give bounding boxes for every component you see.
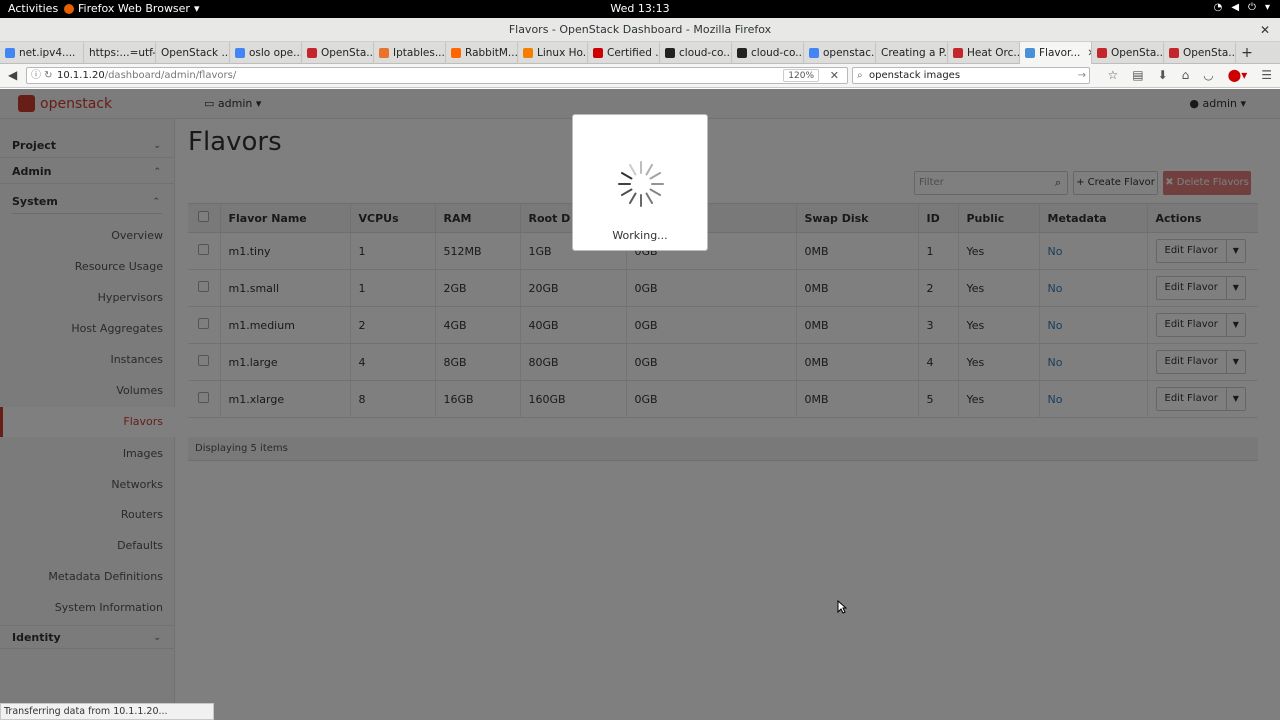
- favicon-icon: [1169, 48, 1179, 58]
- info-icon[interactable]: ⓘ ↻: [31, 68, 53, 83]
- browser-tab[interactable]: OpenSta...: [1164, 42, 1236, 64]
- tab-label: OpenSta...: [321, 47, 374, 59]
- home-icon[interactable]: ⌂: [1182, 68, 1190, 82]
- spinner-spoke: [620, 188, 633, 196]
- search-icon: ⌕: [857, 70, 863, 81]
- favicon-icon: [307, 48, 317, 58]
- wifi-icon: ◔: [1213, 2, 1223, 13]
- browser-tab[interactable]: Linux Ho...: [518, 42, 588, 64]
- browser-tab[interactable]: OpenStack ...: [156, 42, 230, 64]
- browser-tab[interactable]: openstac...: [804, 42, 876, 64]
- favicon-icon: [235, 48, 245, 58]
- tab-label: cloud-co...: [679, 47, 732, 59]
- browser-tab[interactable]: Heat Orc...: [948, 42, 1020, 64]
- volume-icon: ◀: [1231, 2, 1240, 13]
- browser-tab[interactable]: oslo ope...: [230, 42, 302, 64]
- url-host: 10.1.1.20: [57, 70, 105, 81]
- bookmark-star-icon[interactable]: ☆: [1108, 68, 1119, 82]
- browser-tab[interactable]: Creating a P...: [876, 42, 948, 64]
- system-tray[interactable]: ◔ ◀ ⏻ ▾: [1214, 2, 1270, 13]
- favicon-icon: [5, 48, 15, 58]
- window-titlebar: Flavors - OpenStack Dashboard - Mozilla …: [0, 18, 1280, 42]
- browser-tab[interactable]: Certified ...: [588, 42, 660, 64]
- browser-tab[interactable]: cloud-co...: [660, 42, 732, 64]
- spinner-spoke: [649, 188, 662, 196]
- favicon-icon: [953, 48, 963, 58]
- close-icon[interactable]: ✕: [1260, 18, 1270, 42]
- tab-label: OpenSta...: [1111, 47, 1164, 59]
- tab-label: cloud-co...: [751, 47, 804, 59]
- favicon-icon: [593, 48, 603, 58]
- tab-label: oslo ope...: [249, 47, 302, 59]
- spinner-spoke: [629, 163, 637, 176]
- arrow-right-icon[interactable]: →: [1078, 68, 1086, 83]
- spinner-spoke: [649, 172, 662, 180]
- favicon-icon: [665, 48, 675, 58]
- browser-tab[interactable]: Flavor...✕: [1020, 42, 1092, 64]
- tab-label: Iptables...: [393, 47, 445, 59]
- reader-list-icon[interactable]: ▤: [1132, 68, 1143, 82]
- working-modal: Working...: [572, 114, 708, 251]
- browser-tab[interactable]: RabbitM...: [446, 42, 518, 64]
- tab-strip: net.ipv4.... https:...=utf-8 OpenStack ...…: [0, 42, 1280, 64]
- browser-tab[interactable]: cloud-co...: [732, 42, 804, 64]
- mouse-cursor-icon: [837, 600, 847, 614]
- stop-icon[interactable]: ✕: [830, 68, 839, 83]
- tab-label: Certified ...: [607, 47, 660, 59]
- favicon-icon: [451, 48, 461, 58]
- browser-tab[interactable]: net.ipv4....: [0, 42, 84, 64]
- browser-tab[interactable]: https:...=utf-8: [84, 42, 156, 64]
- favicon-icon: [379, 48, 389, 58]
- tab-label: Linux Ho...: [537, 47, 588, 59]
- tab-label: https:...=utf-8: [89, 47, 156, 59]
- tab-label: net.ipv4....: [19, 47, 76, 59]
- chevron-down-icon: ▾: [1264, 2, 1270, 13]
- search-value: openstack images: [869, 70, 961, 81]
- download-icon[interactable]: ⬇: [1158, 68, 1168, 82]
- tab-label: Creating a P...: [881, 47, 948, 59]
- url-bar[interactable]: ⓘ ↻ 10.1.1.20/dashboard/admin/flavors/ 1…: [26, 67, 848, 84]
- favicon-icon: [523, 48, 533, 58]
- toolbar-icons: ☆ ▤ ⬇ ⌂ ◡ ⬤▾ ☰: [1108, 68, 1273, 82]
- browser-tab[interactable]: OpenSta...: [1092, 42, 1164, 64]
- zoom-indicator[interactable]: 120%: [783, 69, 819, 82]
- gnome-top-bar: Activities Firefox Web Browser ▾ Wed 13:…: [0, 0, 1280, 18]
- power-icon: ⏻: [1248, 2, 1256, 13]
- browser-tab[interactable]: OpenSta...: [302, 42, 374, 64]
- favicon-icon: [737, 48, 747, 58]
- tab-label: Flavor...: [1039, 47, 1081, 59]
- search-input[interactable]: ⌕ openstack images →: [852, 67, 1090, 84]
- browser-tab[interactable]: Iptables...: [374, 42, 446, 64]
- favicon-icon: [809, 48, 819, 58]
- status-bar: Transferring data from 10.1.1.20...: [0, 703, 214, 720]
- adblock-icon[interactable]: ⬤▾: [1228, 68, 1247, 82]
- tab-label: OpenStack ...: [161, 47, 230, 59]
- spinner-spoke: [645, 163, 653, 176]
- tab-label: Heat Orc...: [967, 47, 1020, 59]
- new-tab-button[interactable]: +: [1236, 42, 1258, 63]
- favicon-icon: [1097, 48, 1107, 58]
- url-path: /dashboard/admin/flavors/: [104, 70, 237, 81]
- spinner-icon: [618, 161, 664, 207]
- hamburger-menu-icon[interactable]: ☰: [1261, 68, 1272, 82]
- tab-label: OpenSta...: [1183, 47, 1236, 59]
- working-label: Working...: [612, 229, 668, 242]
- window-title: Flavors - OpenStack Dashboard - Mozilla …: [508, 23, 772, 36]
- spinner-spoke: [645, 192, 653, 205]
- clock[interactable]: Wed 13:13: [0, 2, 1280, 15]
- favicon-icon: [1025, 48, 1035, 58]
- back-icon[interactable]: ◀: [8, 68, 17, 82]
- nav-bar: ◀ ⓘ ↻ 10.1.1.20/dashboard/admin/flavors/…: [0, 64, 1280, 88]
- spinner-spoke: [629, 192, 637, 205]
- tab-label: RabbitM...: [465, 47, 518, 59]
- pocket-icon[interactable]: ◡: [1203, 68, 1213, 82]
- spinner-spoke: [620, 172, 633, 180]
- tab-label: openstac...: [823, 47, 876, 59]
